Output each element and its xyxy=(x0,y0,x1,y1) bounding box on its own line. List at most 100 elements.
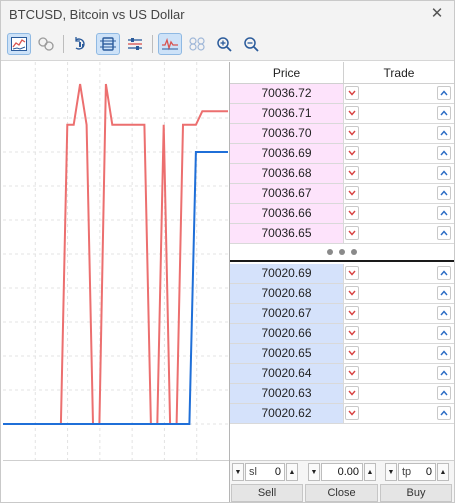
close-button[interactable]: Close xyxy=(305,484,378,502)
volume-decrease-button[interactable]: ▼ xyxy=(308,463,320,481)
chevron-up-icon xyxy=(440,390,448,396)
buy-limit-button[interactable] xyxy=(437,186,451,200)
buy-limit-button[interactable] xyxy=(437,286,451,300)
chevron-down-icon xyxy=(348,110,356,116)
chevron-up-icon xyxy=(440,310,448,316)
sell-limit-button[interactable] xyxy=(345,286,359,300)
cell-divider xyxy=(343,284,344,303)
buy-limit-button[interactable] xyxy=(437,406,451,420)
title-bar: BTCUSD, Bitcoin vs US Dollar ✕ xyxy=(1,1,454,29)
ask-price: 70036.68 xyxy=(230,164,343,183)
zoom-out-icon[interactable] xyxy=(239,33,263,55)
buy-limit-button[interactable] xyxy=(437,146,451,160)
ask-row: 70036.71 xyxy=(230,104,454,124)
depth-of-market-icon[interactable] xyxy=(96,33,120,55)
bid-price: 70020.65 xyxy=(230,344,343,363)
alt-chart-icon[interactable] xyxy=(185,33,209,55)
sell-limit-button[interactable] xyxy=(345,326,359,340)
tp-field[interactable]: tp 0 xyxy=(398,463,436,481)
chevron-down-icon xyxy=(348,190,356,196)
chevron-down-icon xyxy=(348,290,356,296)
price-column-header: Price xyxy=(272,66,301,80)
zoom-in-icon[interactable] xyxy=(212,33,236,55)
chevron-down-icon xyxy=(348,350,356,356)
sell-limit-button[interactable] xyxy=(345,346,359,360)
chevron-up-icon xyxy=(440,270,448,276)
bid-row: 70020.63 xyxy=(230,384,454,404)
ask-row: 70036.70 xyxy=(230,124,454,144)
sell-limit-button[interactable] xyxy=(345,166,359,180)
tp-decrease-button[interactable]: ▼ xyxy=(385,463,397,481)
toolbar-separator xyxy=(152,35,153,53)
buy-limit-button[interactable] xyxy=(437,166,451,180)
chevron-down-icon xyxy=(348,270,356,276)
sell-limit-button[interactable] xyxy=(345,106,359,120)
toolbar-separator xyxy=(63,35,64,53)
volume-field[interactable]: 0.00 xyxy=(321,463,363,481)
buy-limit-button[interactable] xyxy=(437,386,451,400)
tp-increase-button[interactable]: ▲ xyxy=(437,463,449,481)
chevron-up-icon xyxy=(440,130,448,136)
buy-limit-button[interactable] xyxy=(437,326,451,340)
bid-row: 70020.65 xyxy=(230,344,454,364)
dom-window: BTCUSD, Bitcoin vs US Dollar ✕ Price Tra… xyxy=(0,0,455,503)
sell-limit-button[interactable] xyxy=(345,86,359,100)
spread-separator xyxy=(230,244,454,262)
buy-limit-button[interactable] xyxy=(437,106,451,120)
volume-increase-button[interactable]: ▲ xyxy=(364,463,376,481)
chevron-up-icon xyxy=(440,90,448,96)
chevron-down-icon xyxy=(348,150,356,156)
tick-chart-canvas xyxy=(3,62,229,460)
buy-limit-button[interactable] xyxy=(437,206,451,220)
sell-limit-button[interactable] xyxy=(345,226,359,240)
buy-limit-button[interactable] xyxy=(437,346,451,360)
bid-row: 70020.68 xyxy=(230,284,454,304)
ticks-list-icon[interactable] xyxy=(123,33,147,55)
buy-limit-button[interactable] xyxy=(437,226,451,240)
ask-price: 70036.71 xyxy=(230,104,343,123)
buy-limit-button[interactable] xyxy=(437,266,451,280)
cell-divider xyxy=(343,204,344,223)
sl-increase-button[interactable]: ▲ xyxy=(286,463,298,481)
sell-limit-button[interactable] xyxy=(345,266,359,280)
spread-dot xyxy=(339,249,345,255)
bid-row: 70020.69 xyxy=(230,264,454,284)
chevron-up-icon xyxy=(440,330,448,336)
sell-limit-button[interactable] xyxy=(345,366,359,380)
sell-limit-button[interactable] xyxy=(345,406,359,420)
buy-limit-button[interactable] xyxy=(437,126,451,140)
spread-dot xyxy=(327,249,333,255)
sell-button[interactable]: Sell xyxy=(231,484,303,502)
cell-divider xyxy=(343,384,344,403)
chevron-up-icon xyxy=(440,350,448,356)
chevron-down-icon xyxy=(348,130,356,136)
sell-limit-button[interactable] xyxy=(345,146,359,160)
sl-field[interactable]: sl 0 xyxy=(245,463,285,481)
chart-icon[interactable] xyxy=(7,33,31,55)
cell-divider xyxy=(343,104,344,123)
bid-row: 70020.66 xyxy=(230,324,454,344)
buy-limit-button[interactable] xyxy=(437,366,451,380)
cell-divider xyxy=(343,184,344,203)
close-icon[interactable]: ✕ xyxy=(428,4,446,24)
tick-chart[interactable] xyxy=(3,62,229,460)
chevron-down-icon xyxy=(348,390,356,396)
trade-levels-icon[interactable] xyxy=(34,33,58,55)
ask-price: 70036.69 xyxy=(230,144,343,163)
sell-limit-button[interactable] xyxy=(345,186,359,200)
ask-row: 70036.65 xyxy=(230,224,454,244)
buy-button[interactable]: Buy xyxy=(380,484,452,502)
sl-decrease-button[interactable]: ▼ xyxy=(232,463,244,481)
sell-limit-button[interactable] xyxy=(345,306,359,320)
buy-limit-button[interactable] xyxy=(437,306,451,320)
sell-limit-button[interactable] xyxy=(345,126,359,140)
chevron-down-icon xyxy=(348,330,356,336)
volume-icon[interactable] xyxy=(69,33,93,55)
sell-limit-button[interactable] xyxy=(345,206,359,220)
sell-limit-button[interactable] xyxy=(345,386,359,400)
cell-divider xyxy=(343,364,344,383)
tick-chart-icon[interactable] xyxy=(158,33,182,55)
ask-row: 70036.67 xyxy=(230,184,454,204)
bid-price: 70020.68 xyxy=(230,284,343,303)
buy-limit-button[interactable] xyxy=(437,86,451,100)
